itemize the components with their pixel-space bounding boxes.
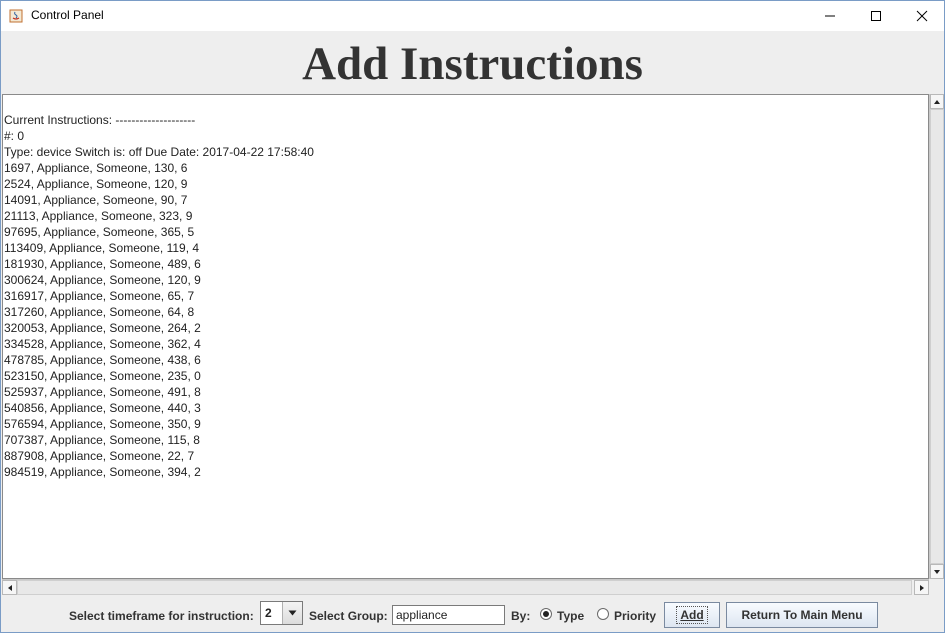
instruction-line: 334528, Appliance, Someone, 362, 4 xyxy=(4,337,201,351)
timeframe-dropdown[interactable]: 2 xyxy=(260,601,303,625)
instruction-line: 320053, Appliance, Someone, 264, 2 xyxy=(4,321,201,335)
radio-type-label[interactable]: Type xyxy=(557,609,584,623)
minimize-button[interactable] xyxy=(807,1,853,31)
control-panel-window: Control Panel Add Instructions Current I… xyxy=(0,0,945,633)
add-button-label: Add xyxy=(676,606,708,624)
instruction-line: 317260, Appliance, Someone, 64, 8 xyxy=(4,305,195,319)
instruction-line: 1697, Appliance, Someone, 130, 6 xyxy=(4,161,188,175)
java-app-icon xyxy=(9,8,23,23)
instruction-line: #: 0 xyxy=(4,129,25,143)
radio-type[interactable] xyxy=(540,608,552,620)
timeframe-label: Select timeframe for instruction: xyxy=(69,609,254,623)
title-bar: Control Panel xyxy=(1,1,944,31)
group-input[interactable] xyxy=(392,605,505,625)
arrow-down-icon xyxy=(934,569,940,574)
instruction-line: 181930, Appliance, Someone, 489, 6 xyxy=(4,257,201,271)
instruction-line: 14091, Appliance, Someone, 90, 7 xyxy=(4,193,188,207)
arrow-left-icon xyxy=(7,584,12,591)
instruction-line: Type: device Switch is: off Due Date: 20… xyxy=(4,145,314,159)
instruction-line: 300624, Appliance, Someone, 120, 9 xyxy=(4,273,201,287)
by-label: By: xyxy=(511,609,531,623)
horizontal-scrollbar[interactable] xyxy=(2,579,929,595)
instruction-line: 316917, Appliance, Someone, 65, 7 xyxy=(4,289,195,303)
add-button[interactable]: Add xyxy=(664,602,720,628)
scroll-left-button[interactable] xyxy=(2,580,17,595)
chevron-down-icon xyxy=(288,610,297,616)
return-button-label: Return To Main Menu xyxy=(741,608,863,622)
dropdown-arrow-button[interactable] xyxy=(282,602,302,624)
instruction-line: 525937, Appliance, Someone, 491, 8 xyxy=(4,385,201,399)
maximize-icon xyxy=(871,11,881,21)
group-label: Select Group: xyxy=(309,609,388,623)
radio-selected-dot xyxy=(543,611,549,617)
arrow-right-icon xyxy=(919,584,924,591)
radio-priority[interactable] xyxy=(597,608,609,620)
instruction-line: 540856, Appliance, Someone, 440, 3 xyxy=(4,401,201,415)
instruction-line: 478785, Appliance, Someone, 438, 6 xyxy=(4,353,201,367)
minimize-icon xyxy=(825,15,835,17)
instruction-line: 576594, Appliance, Someone, 350, 9 xyxy=(4,417,201,431)
instruction-line: 707387, Appliance, Someone, 115, 8 xyxy=(4,433,200,447)
scroll-right-button[interactable] xyxy=(914,580,929,595)
close-icon xyxy=(916,10,928,22)
window-title: Control Panel xyxy=(31,8,104,22)
instruction-line: 113409, Appliance, Someone, 119, 4 xyxy=(4,241,200,255)
instruction-line: 887908, Appliance, Someone, 22, 7 xyxy=(4,449,195,463)
close-button[interactable] xyxy=(899,1,945,31)
instruction-line: 2524, Appliance, Someone, 120, 9 xyxy=(4,177,188,191)
instruction-line: 984519, Appliance, Someone, 394, 2 xyxy=(4,465,201,479)
instruction-line: 523150, Appliance, Someone, 235, 0 xyxy=(4,369,201,383)
bottom-control-bar: Select timeframe for instruction: 2 Sele… xyxy=(1,597,944,632)
vertical-scrollbar[interactable] xyxy=(929,94,944,579)
scroll-up-button[interactable] xyxy=(930,94,944,109)
maximize-button[interactable] xyxy=(853,1,899,31)
instructions-text: Current Instructions: ------------------… xyxy=(4,112,314,480)
scroll-down-button[interactable] xyxy=(930,564,944,579)
timeframe-value: 2 xyxy=(265,606,272,620)
instruction-line: Current Instructions: ------------------… xyxy=(4,113,196,127)
instructions-text-area[interactable]: Current Instructions: ------------------… xyxy=(2,94,929,579)
vertical-scroll-thumb[interactable] xyxy=(930,109,944,564)
page-title: Add Instructions xyxy=(302,38,643,90)
horizontal-scroll-thumb[interactable] xyxy=(17,580,912,595)
scroll-corner xyxy=(929,579,944,595)
instruction-line: 97695, Appliance, Someone, 365, 5 xyxy=(4,225,195,239)
return-to-main-menu-button[interactable]: Return To Main Menu xyxy=(726,602,878,628)
instruction-line: 21113, Appliance, Someone, 323, 9 xyxy=(4,209,193,223)
radio-priority-label[interactable]: Priority xyxy=(614,609,656,623)
arrow-up-icon xyxy=(934,99,940,104)
